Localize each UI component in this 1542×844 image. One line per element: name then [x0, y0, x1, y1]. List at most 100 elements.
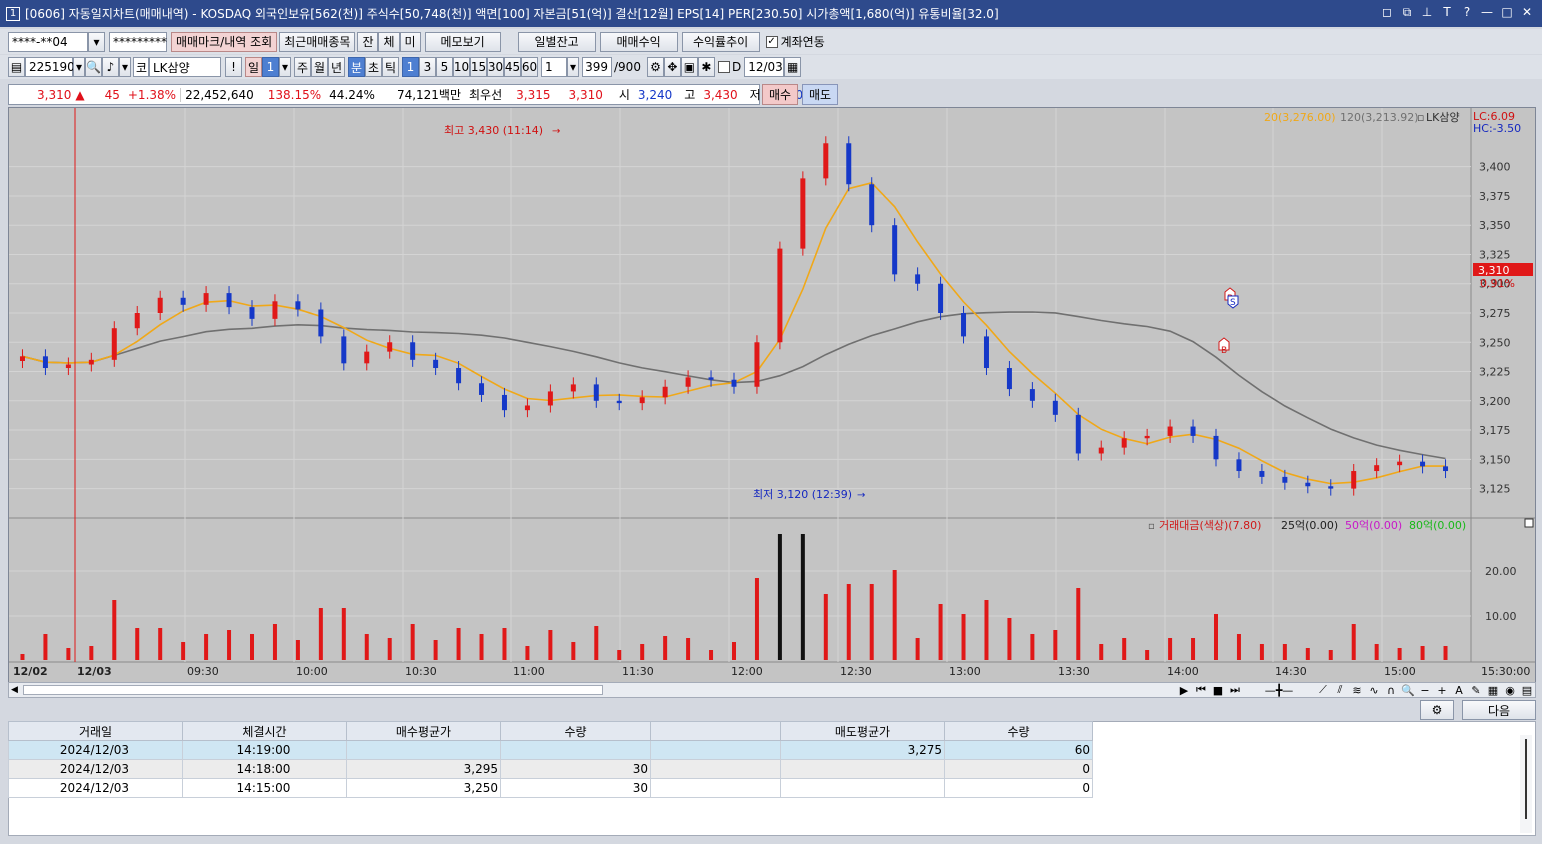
magnet-icon[interactable]: ∩	[1383, 684, 1399, 697]
account-link-label: 계좌연동	[780, 35, 825, 49]
channel-icon[interactable]: ⫽	[1332, 683, 1348, 697]
maximize-icon[interactable]: □	[1500, 5, 1514, 20]
table-row[interactable]: 2024/12/03 14:18:00 3,295 30 0	[8, 759, 1093, 779]
period-minute[interactable]: 분	[348, 57, 365, 77]
buy-button[interactable]: 매수	[762, 84, 798, 105]
tab-unfilled[interactable]: 미	[399, 31, 421, 52]
next-button[interactable]: 다음	[1462, 700, 1536, 720]
forward-icon[interactable]: ⏭	[1227, 683, 1243, 697]
scroll-right-icon[interactable]: ▶	[1176, 684, 1192, 697]
rewind-icon[interactable]: ⏮	[1193, 683, 1209, 697]
daily-balance-button[interactable]: 일별잔고	[517, 31, 596, 52]
interval-10[interactable]: 10	[453, 57, 470, 77]
stock-code-field[interactable]: 225190	[25, 57, 75, 77]
font-icon[interactable]: T	[1440, 5, 1454, 20]
indicator-icon[interactable]: ⚙	[646, 57, 664, 77]
vscroll-thumb[interactable]	[1525, 739, 1527, 819]
text-icon[interactable]: A	[1451, 684, 1467, 697]
speaker-dropdown-icon[interactable]: ▾	[119, 57, 131, 77]
account-link-toggle[interactable]: ✓ 계좌연동	[765, 33, 825, 50]
table-row[interactable]: 2024/12/03 14:15:00 3,250 30 0	[8, 778, 1093, 798]
volume-bar	[479, 634, 484, 660]
table-settings-icon[interactable]: ⚙	[1420, 700, 1454, 720]
alert-icon[interactable]: !	[225, 57, 242, 77]
close-icon[interactable]: ✕	[1520, 5, 1534, 20]
table-row[interactable]: 2024/12/03 14:19:00 3,275 60	[8, 740, 1093, 760]
candle-body	[915, 274, 921, 284]
interval-15[interactable]: 15	[470, 57, 487, 77]
account-dropdown-icon[interactable]: ▾	[88, 31, 105, 52]
minimize-icon[interactable]: —	[1480, 5, 1494, 20]
multiplier-field[interactable]: 1	[541, 57, 567, 77]
trade-mark-query-button[interactable]: 매매마크/내역 조회	[171, 31, 278, 52]
table-icon[interactable]: ▤	[1519, 684, 1535, 697]
interval-3[interactable]: 3	[419, 57, 436, 77]
candle-body	[249, 307, 255, 319]
volume-bar	[387, 638, 392, 660]
fib-icon[interactable]: ≋	[1349, 684, 1365, 697]
profit-trend-button[interactable]: 수익률추이	[681, 31, 760, 52]
period-tick[interactable]: 틱	[382, 57, 399, 77]
day-count[interactable]: 1	[262, 57, 279, 77]
save-icon[interactable]: ▣	[680, 57, 698, 77]
period-day[interactable]: 일	[245, 57, 262, 77]
scroll-left-icon[interactable]: ◀	[11, 685, 18, 695]
calendar-icon[interactable]: ▦	[784, 57, 802, 77]
speaker-icon[interactable]: ♪	[102, 57, 119, 77]
day-count-dropdown-icon[interactable]: ▾	[279, 57, 291, 77]
stock-name-field[interactable]: LK삼양	[149, 57, 221, 77]
settings-icon[interactable]: ✱	[697, 57, 715, 77]
pane-close-icon[interactable]	[1524, 518, 1534, 528]
minus-icon[interactable]: −	[1417, 684, 1433, 697]
chart-scrollbar[interactable]: ◀ ▶ ⏮ ■ ⏭ —╋— ⟋ ⫽ ≋ ∿ ∩ 🔍 − + A ✎ ▦ ◉ ▤	[8, 682, 1536, 698]
zoom-in-icon[interactable]: 🔍	[1400, 684, 1416, 697]
crosshair-icon[interactable]: ✥	[663, 57, 681, 77]
volume-bar	[1305, 648, 1310, 660]
interval-30[interactable]: 30	[487, 57, 504, 77]
search-icon[interactable]: 🔍	[85, 57, 102, 77]
date-checkbox-icon[interactable]	[717, 61, 730, 73]
eye-icon[interactable]: ◉	[1502, 684, 1518, 697]
memo-button[interactable]: 메모보기	[424, 31, 501, 52]
x-tick-label: 13:00	[949, 665, 981, 678]
tab-balance[interactable]: 잔	[357, 31, 379, 52]
period-second[interactable]: 초	[365, 57, 382, 77]
help-icon[interactable]: ?	[1460, 5, 1474, 20]
window-controls: ◻ ⧉ ⊥ T ? — □ ✕	[1380, 5, 1534, 20]
layout-icon[interactable]: ▤	[8, 57, 25, 77]
account-field[interactable]: ****-**04	[8, 31, 88, 52]
date-field[interactable]: 12/03	[744, 57, 785, 77]
plus-icon[interactable]: +	[1434, 684, 1450, 697]
price-chart[interactable]: 3,4003,3753,3503,3253,3003,2753,2503,225…	[9, 108, 1535, 682]
code-dropdown-icon[interactable]: ▾	[73, 57, 85, 77]
checkbox-icon[interactable]: ✓	[765, 35, 778, 48]
candle-body	[1006, 368, 1012, 390]
restore-icon[interactable]: ◻	[1380, 5, 1394, 20]
tab-executed[interactable]: 체	[378, 31, 400, 52]
pin-icon[interactable]: ⊥	[1420, 5, 1434, 20]
price-chart-panel[interactable]: 3,400 3,375 3,350 3,325 3,300 3,275 3,250 3,225…	[8, 107, 1536, 683]
interval-1[interactable]: 1	[402, 57, 419, 77]
period-week[interactable]: 주	[294, 57, 311, 77]
recent-trades-button[interactable]: 최근매매종목	[279, 31, 356, 52]
zoom-slider-icon[interactable]: —╋—	[1244, 684, 1314, 697]
period-month[interactable]: 월	[311, 57, 328, 77]
stop-icon[interactable]: ■	[1210, 684, 1226, 697]
password-field[interactable]: *********	[109, 31, 167, 52]
cascade-icon[interactable]: ⧉	[1400, 5, 1414, 20]
volume-y-ticks: 20.00 10.00	[1485, 565, 1517, 623]
cycle-icon[interactable]: ∿	[1366, 684, 1382, 697]
interval-60[interactable]: 60	[521, 57, 538, 77]
pencil-icon[interactable]: ✎	[1468, 684, 1484, 697]
sell-button[interactable]: 매도	[802, 84, 838, 105]
interval-45[interactable]: 45	[504, 57, 521, 77]
trendline-icon[interactable]: ⟋	[1315, 683, 1331, 697]
period-year[interactable]: 년	[328, 57, 345, 77]
table-vscroll[interactable]	[1520, 735, 1532, 833]
trade-profit-button[interactable]: 매매수익	[599, 31, 678, 52]
bar-count-field[interactable]: 399	[582, 57, 612, 77]
multiplier-dropdown-icon[interactable]: ▾	[567, 57, 579, 77]
interval-5[interactable]: 5	[436, 57, 453, 77]
scroll-thumb[interactable]	[23, 685, 603, 695]
grid-icon[interactable]: ▦	[1485, 684, 1501, 697]
